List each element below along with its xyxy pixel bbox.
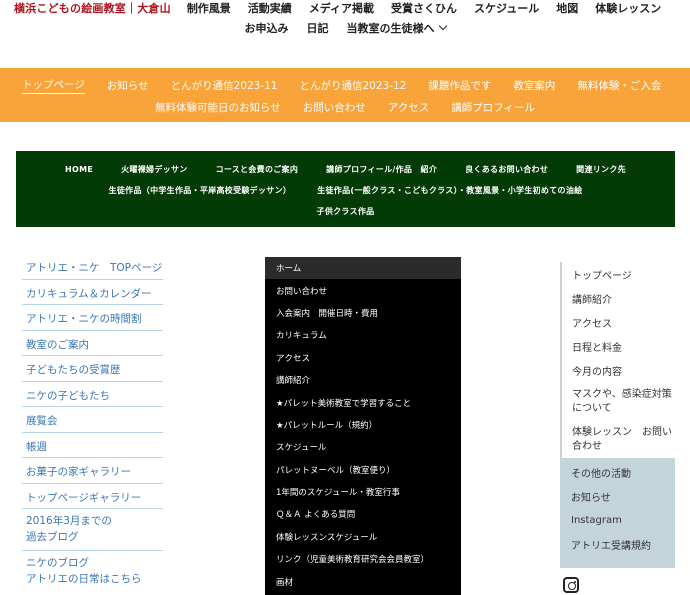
left-nav-item[interactable]: アトリエ・ニケの時間割 — [22, 305, 163, 331]
orange-nav-bar: トップページ お知らせ とんがり通信2023-11 とんがり通信2023-12 … — [0, 68, 690, 122]
right-sidebar: トップページ 講師紹介 アクセス 日程と料金 今月の内容 マスクや、感染症対策に… — [560, 262, 675, 568]
green-nav-item[interactable]: 関連リンク先 — [576, 164, 626, 175]
left-nav-item-line: アトリエの日常はこちら — [26, 573, 142, 585]
orange-nav-row-1: トップページ お知らせ とんがり通信2023-11 とんがり通信2023-12 … — [22, 77, 690, 94]
green-nav-item[interactable]: 生徒作品(一般クラス・こどもクラス）・教室風景・小学生初めての油絵 — [317, 185, 582, 196]
students-dropdown-label: 当教室の生徒様へ — [346, 22, 435, 35]
right-nav-gray-panel: その他の活動 お知らせ Instagram アトリエ受講規約 — [560, 458, 675, 568]
right-nav-item[interactable]: トップページ — [572, 262, 675, 286]
orange-nav-item[interactable]: 教室案内 — [513, 78, 555, 93]
left-nav-item[interactable]: ニケの子どもたち — [22, 382, 163, 407]
top-nav-row-1: 横浜こどもの絵画教室｜大倉山 制作風景 活動実績 メディア掲載 受賞さくひん ス… — [14, 0, 661, 16]
center-menu-item[interactable]: ★パレットルール（規約） — [265, 414, 461, 436]
top-nav-item[interactable]: スケジュール — [474, 0, 539, 16]
green-nav-bar: HOME 火曜裸婦デッサン コースと会費のご案内 講師プロフィール/作品 紹介 … — [16, 151, 675, 227]
right-nav-item[interactable]: アトリエ受講規約 — [571, 532, 675, 556]
top-nav-item[interactable]: 制作風景 — [187, 0, 231, 16]
right-nav-item[interactable]: Instagram — [571, 508, 675, 532]
orange-nav-item[interactable]: 無料体験・ご入会 — [577, 78, 661, 93]
orange-nav-row-2: 無料体験可能日のお知らせ お問い合わせ アクセス 講師プロフィール — [0, 99, 690, 115]
left-nav-item[interactable]: 子どもたちの受賞歴 — [22, 356, 163, 382]
right-nav-item[interactable]: お知らせ — [571, 484, 675, 508]
left-nav-item[interactable]: アトリエ・ニケ TOPページ — [22, 254, 163, 280]
orange-nav-item[interactable]: 無料体験可能日のお知らせ — [155, 100, 281, 115]
left-nav-item[interactable]: カリキュラム＆カレンダー — [22, 280, 163, 305]
center-menu-item[interactable]: 講師紹介 — [265, 369, 461, 391]
green-nav-item[interactable]: 良くあるお問い合わせ — [465, 164, 548, 175]
left-sidebar: アトリエ・ニケ TOPページ カリキュラム＆カレンダー アトリエ・ニケの時間割 … — [22, 254, 163, 593]
center-menu-item[interactable]: スケジュール — [265, 436, 461, 458]
top-nav-item[interactable]: 活動実績 — [248, 0, 292, 16]
green-nav-item[interactable]: 子供クラス作品 — [317, 206, 375, 217]
top-nav-item[interactable]: お申込み — [245, 20, 289, 36]
right-nav-list: トップページ 講師紹介 アクセス 日程と料金 今月の内容 マスクや、感染症対策に… — [560, 262, 675, 458]
center-menu-item[interactable]: リンク（児童美術教育研究会会員教室） — [265, 548, 461, 570]
site-title[interactable]: 横浜こどもの絵画教室｜大倉山 — [14, 0, 171, 16]
top-nav-item[interactable]: メディア掲載 — [309, 0, 374, 16]
green-nav-row-1: HOME 火曜裸婦デッサン コースと会費のご案内 講師プロフィール/作品 紹介 … — [16, 161, 675, 177]
right-nav-item[interactable]: 講師紹介 — [572, 286, 675, 310]
orange-nav-item-active[interactable]: トップページ — [22, 77, 85, 94]
left-nav-item-past-blog[interactable]: 2016年3月までの 過去ブログ — [22, 509, 163, 551]
top-nav-row-2: お申込み 日記 当教室の生徒様へ — [0, 20, 690, 36]
students-dropdown[interactable]: 当教室の生徒様へ — [346, 20, 447, 36]
center-menu-item[interactable]: 入会案内 開催日時・費用 — [265, 302, 461, 324]
orange-nav-item[interactable]: とんがり通信2023-11 — [171, 78, 278, 93]
orange-nav-item[interactable]: とんがり通信2023-12 — [299, 78, 406, 93]
center-menu-item[interactable]: お問い合わせ — [265, 279, 461, 301]
orange-nav-item[interactable]: お知らせ — [107, 78, 149, 93]
center-menu: ホーム お問い合わせ 入会案内 開催日時・費用 カリキュラム アクセス 講師紹介… — [265, 257, 461, 595]
center-menu-item[interactable]: 体験レッスンスケジュール — [265, 526, 461, 548]
green-nav-item[interactable]: HOME — [65, 165, 93, 174]
right-nav-item[interactable]: 体験レッスン お問い合わせ — [572, 422, 675, 458]
center-menu-item[interactable]: カリキュラム — [265, 324, 461, 346]
green-nav-item[interactable]: コースと会費のご案内 — [216, 164, 299, 175]
center-menu-item[interactable]: アクセス — [265, 347, 461, 369]
center-menu-item-active[interactable]: ホーム — [265, 257, 461, 280]
left-nav-item[interactable]: お菓子の家ギャラリー — [22, 458, 163, 484]
green-nav-item[interactable]: 生徒作品（中学生作品・平岸高校受験デッサン） — [109, 185, 292, 196]
top-nav-item[interactable]: 体験レッスン — [595, 0, 661, 16]
right-nav-item[interactable]: 日程と料金 — [572, 334, 675, 358]
center-menu-item[interactable]: 画材 — [265, 570, 461, 592]
center-menu-item[interactable]: 1年間のスケジュール・教室行事 — [265, 481, 461, 503]
top-nav-item[interactable]: 受賞さくひん — [391, 0, 457, 16]
center-menu-item[interactable]: パレットヌーベル（教室便り） — [265, 459, 461, 481]
right-nav-item[interactable]: 今月の内容 — [572, 358, 675, 382]
top-nav-item[interactable]: 地図 — [556, 0, 578, 16]
green-nav-item[interactable]: 火曜裸婦デッサン — [121, 164, 187, 175]
left-nav-item[interactable]: 展覧会 — [22, 407, 163, 433]
center-menu-item[interactable]: Ｑ＆Ａ よくある質問 — [265, 503, 461, 525]
left-nav-item-line: 過去ブログ — [26, 531, 79, 543]
right-nav-item[interactable]: その他の活動 — [571, 460, 675, 484]
left-nav-item-line: ニケのブログ — [26, 557, 89, 569]
left-nav-item[interactable]: 帳週 — [22, 433, 163, 458]
green-nav-row-2: 生徒作品（中学生作品・平岸高校受験デッサン） 生徒作品(一般クラス・こどもクラス… — [16, 182, 675, 198]
orange-nav-item[interactable]: 課題作品です — [428, 78, 491, 93]
top-nav-item[interactable]: 日記 — [307, 20, 329, 36]
left-nav-item-line: 2016年3月までの — [26, 515, 112, 527]
right-nav-item[interactable]: アクセス — [572, 310, 675, 334]
left-nav-item[interactable]: 教室のご案内 — [22, 331, 163, 356]
center-menu-item[interactable]: ★パレット美術教室で学習すること — [265, 391, 461, 413]
green-nav-row-3: 子供クラス作品 — [16, 203, 675, 219]
green-nav-item[interactable]: 講師プロフィール/作品 紹介 — [326, 164, 437, 175]
left-nav-item[interactable]: トップページギャラリー — [22, 484, 163, 509]
top-nav: 横浜こどもの絵画教室｜大倉山 制作風景 活動実績 メディア掲載 受賞さくひん ス… — [0, 0, 690, 62]
instagram-icon[interactable] — [563, 577, 579, 593]
orange-nav-item[interactable]: 講師プロフィール — [451, 100, 535, 115]
orange-nav-item[interactable]: お問い合わせ — [303, 100, 366, 115]
left-nav-item-nike-blog[interactable]: ニケのブログ アトリエの日常はこちら — [22, 551, 163, 593]
right-nav-item[interactable]: マスクや、感染症対策について — [572, 382, 675, 422]
chevron-down-icon — [438, 21, 447, 31]
orange-nav-item[interactable]: アクセス — [388, 100, 429, 115]
